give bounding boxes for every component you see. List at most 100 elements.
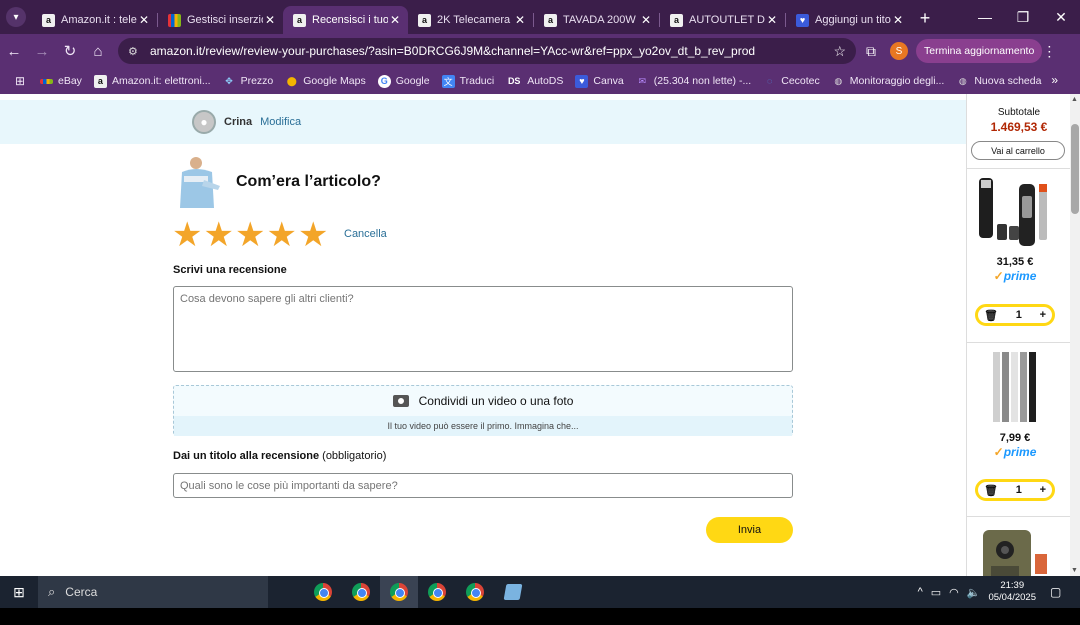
globe-icon: ◍ <box>834 75 843 86</box>
ebay-icon <box>40 78 53 84</box>
divider <box>967 516 1070 517</box>
heart-icon: ♥ <box>796 13 809 27</box>
address-bar[interactable]: ⚙ amazon.it/review/review-your-purchases… <box>118 38 856 64</box>
maps-pin-icon: ⬤ <box>286 75 297 86</box>
apps-grid-icon[interactable]: ⊞ <box>0 74 40 88</box>
bookmark-canva[interactable]: ♥ Canva <box>575 74 624 88</box>
tab-autoutlet[interactable]: a AUTOUTLET Dis ✕ <box>660 6 785 34</box>
chrome-profile-app[interactable] <box>342 576 380 608</box>
star-icon[interactable]: ★ <box>235 218 265 252</box>
new-tab-plus-icon[interactable]: + <box>911 8 939 29</box>
prime-label: prime <box>1003 269 1037 283</box>
scrollbar-thumb[interactable] <box>1071 124 1079 214</box>
reload-icon[interactable]: ↻ <box>56 42 84 60</box>
close-window-icon[interactable]: ✕ <box>1042 0 1080 34</box>
scroll-up-icon[interactable]: ▲ <box>1071 96 1078 103</box>
windows-start-icon[interactable]: ⊞ <box>0 584 38 601</box>
chrome-profile-app[interactable] <box>456 576 494 608</box>
star-icon[interactable]: ★ <box>298 218 328 252</box>
minimize-icon[interactable]: — <box>966 0 1004 34</box>
restore-icon[interactable]: ❐ <box>1004 0 1042 34</box>
tab-gestisci-inserzioni[interactable]: Gestisci inserzio ✕ <box>158 6 283 34</box>
bookmark-label: Monitoraggio degli... <box>849 75 945 87</box>
bookmark-amazon[interactable]: a Amazon.it: elettroni... <box>93 74 211 88</box>
clock[interactable]: 21:39 05/04/2025 <box>988 580 1036 604</box>
bookmark-ebay[interactable]: eBay <box>40 75 82 87</box>
taskbar-apps <box>304 576 532 608</box>
clear-rating-link[interactable]: Cancella <box>344 228 387 240</box>
home-icon[interactable]: ⌂ <box>84 43 112 60</box>
battery-icon[interactable]: ▭ <box>931 586 941 599</box>
url-text[interactable]: amazon.it/review/review-your-purchases/?… <box>150 44 833 58</box>
review-title-input[interactable] <box>173 473 793 498</box>
title-label: Dai un titolo alla recensione (obbligato… <box>173 450 386 462</box>
bookmark-prezzo[interactable]: ✥ Prezzo <box>223 75 273 88</box>
translate-icon: 文 <box>441 74 455 88</box>
tab-tavada[interactable]: a TAVADA 200W S ✕ <box>534 6 659 34</box>
cart-item-image[interactable] <box>975 350 1053 424</box>
tab-title: Aggiungi un tito <box>815 14 891 26</box>
tab-recensisci[interactable]: a Recensisci i tuoi ✕ <box>283 6 408 34</box>
bookmarks-overflow-icon[interactable]: » <box>1051 73 1058 87</box>
cart-item-image[interactable] <box>975 176 1053 250</box>
go-to-cart-button[interactable]: Vai al carrello <box>971 141 1065 160</box>
star-icon[interactable]: ★ <box>172 218 202 252</box>
review-textarea[interactable] <box>173 286 793 372</box>
autods-icon: DS <box>507 76 521 86</box>
bookmark-monitoraggio[interactable]: ◍ Monitoraggio degli... <box>832 75 945 88</box>
chrome-profile-app-active[interactable] <box>380 576 418 608</box>
chevron-up-icon[interactable]: ^ <box>918 586 923 598</box>
update-button[interactable]: Termina aggiornamento <box>916 39 1043 63</box>
plus-icon[interactable]: + <box>1040 484 1046 496</box>
cart-item-image[interactable] <box>975 524 1053 576</box>
trash-icon[interactable]: 🗑 <box>984 484 998 497</box>
close-tab-icon[interactable]: ✕ <box>388 13 402 27</box>
plus-icon[interactable]: + <box>1040 309 1046 321</box>
tab-aggiungi-titolo[interactable]: ♥ Aggiungi un tito ✕ <box>786 6 911 34</box>
wifi-icon[interactable]: ◠ <box>949 586 959 599</box>
profile-avatar[interactable]: S <box>890 42 908 60</box>
back-arrow-icon[interactable]: ← <box>0 43 28 60</box>
quantity-stepper[interactable]: 🗑 1 + <box>975 304 1055 326</box>
close-tab-icon[interactable]: ✕ <box>891 13 905 27</box>
close-tab-icon[interactable]: ✕ <box>263 13 277 27</box>
bookmark-google-maps[interactable]: ⬤ Google Maps <box>285 75 366 88</box>
media-upload-box[interactable]: Condividi un video o una foto Il tuo vid… <box>173 385 793 436</box>
media-upload-row[interactable]: Condividi un video o una foto <box>174 394 792 408</box>
bookmark-autods[interactable]: DS AutoDS <box>506 75 563 88</box>
page-scrollbar[interactable]: ▲ ▼ <box>1070 94 1080 576</box>
edit-profile-link[interactable]: Modifica <box>260 116 301 128</box>
volume-icon[interactable]: 🔈 <box>967 586 981 599</box>
bookmark-star-icon[interactable]: ☆ <box>833 43 846 60</box>
forward-arrow-icon[interactable]: → <box>28 43 56 60</box>
bookmark-traduci[interactable]: 文 Traduci <box>441 74 494 88</box>
chrome-profile-app[interactable] <box>418 576 456 608</box>
site-info-icon[interactable]: ⚙ <box>128 45 144 58</box>
notes-app[interactable] <box>494 576 532 608</box>
bookmark-cecotec[interactable]: ◌ Cecotec <box>763 75 820 88</box>
media-upload-label: Condividi un video o una foto <box>418 394 574 408</box>
close-tab-icon[interactable]: ✕ <box>639 13 653 27</box>
tab-search-chevron-icon[interactable]: ▾ <box>6 7 26 27</box>
star-rating[interactable]: ★ ★ ★ ★ ★ <box>172 218 329 252</box>
tab-amazon-tele[interactable]: a Amazon.it : tele ✕ <box>32 6 157 34</box>
chrome-app[interactable] <box>304 576 342 608</box>
scroll-down-icon[interactable]: ▼ <box>1071 567 1078 574</box>
bookmark-mail[interactable]: ✉ (25.304 non lette) -... <box>636 75 751 88</box>
submit-button[interactable]: Invia <box>706 517 793 543</box>
extensions-puzzle-icon[interactable]: ⧉ <box>856 43 886 60</box>
close-tab-icon[interactable]: ✕ <box>765 13 779 27</box>
window-controls: — ❐ ✕ <box>966 0 1080 34</box>
bookmark-google[interactable]: G Google <box>377 74 430 88</box>
notification-icon[interactable]: ▢ <box>1050 585 1070 599</box>
tab-2k-telecamera[interactable]: a 2K Telecamera W ✕ <box>408 6 533 34</box>
star-icon[interactable]: ★ <box>203 218 233 252</box>
close-tab-icon[interactable]: ✕ <box>137 13 151 27</box>
menu-kebab-icon[interactable]: ⋮ <box>1042 43 1056 60</box>
close-tab-icon[interactable]: ✕ <box>513 13 527 27</box>
star-icon[interactable]: ★ <box>266 218 296 252</box>
trash-icon[interactable]: 🗑 <box>984 309 998 322</box>
bookmark-nuova-scheda[interactable]: ◍ Nuova scheda <box>956 75 1042 88</box>
taskbar-search[interactable]: ⌕ Cerca <box>38 576 268 608</box>
quantity-stepper[interactable]: 🗑 1 + <box>975 479 1055 501</box>
